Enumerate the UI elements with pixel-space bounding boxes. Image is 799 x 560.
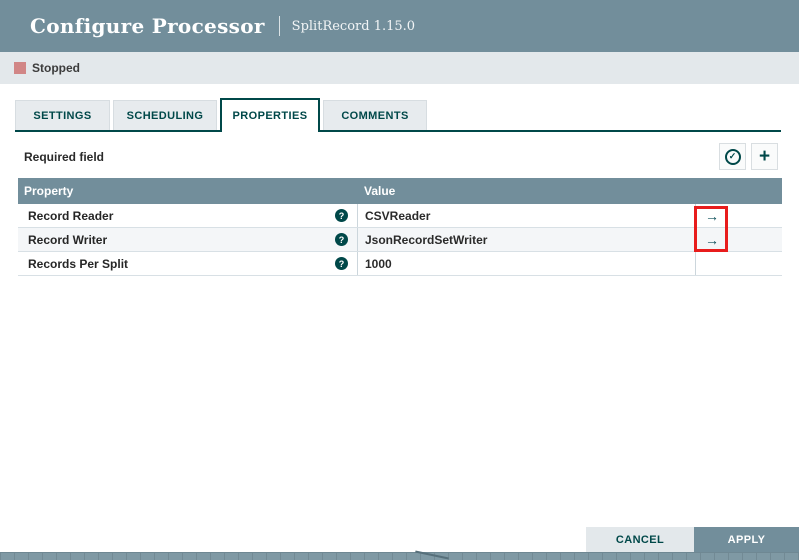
property-name: Record Reader <box>28 209 113 223</box>
table-row-records-per-split: Records Per Split ? 1000 <box>18 252 782 276</box>
property-value-cell[interactable]: JsonRecordSetWriter <box>357 228 695 251</box>
go-to-controller-service-icon[interactable]: → <box>705 209 719 223</box>
processor-name-version: SplitRecord 1.15.0 <box>292 19 415 34</box>
column-header-actions <box>695 178 782 204</box>
stopped-status-icon <box>14 62 26 74</box>
tab-properties[interactable]: PROPERTIES <box>220 98 320 132</box>
property-value: CSVReader <box>365 209 430 223</box>
configure-processor-dialog: Configure Processor SplitRecord 1.15.0 S… <box>0 0 799 560</box>
help-icon[interactable]: ? <box>335 233 348 246</box>
tab-comments[interactable]: COMMENTS <box>323 100 427 130</box>
verify-properties-button[interactable]: ✓ <box>719 143 746 170</box>
property-name: Record Writer <box>28 233 107 247</box>
go-to-controller-service-icon[interactable]: → <box>705 233 719 247</box>
table-header-row: Property Value <box>18 178 782 204</box>
dialog-title: Configure Processor <box>30 14 265 38</box>
status-bar: Stopped <box>0 52 799 84</box>
property-value-cell[interactable]: 1000 <box>357 252 695 275</box>
nifi-canvas-strip <box>0 552 799 560</box>
help-icon[interactable]: ? <box>335 209 348 222</box>
required-field-label: Required field <box>24 150 104 164</box>
properties-table: Property Value Record Reader ? CSVReader… <box>18 178 782 276</box>
table-row-record-writer: Record Writer ? JsonRecordSetWriter → <box>18 228 782 252</box>
property-name: Records Per Split <box>28 257 128 271</box>
status-label: Stopped <box>32 61 80 75</box>
title-divider <box>279 16 280 36</box>
apply-button[interactable]: APPLY <box>694 527 799 553</box>
property-value: 1000 <box>365 257 392 271</box>
cancel-button[interactable]: CANCEL <box>586 527 694 553</box>
column-header-property: Property <box>18 184 357 198</box>
plus-icon: + <box>759 147 770 166</box>
add-property-button[interactable]: + <box>751 143 778 170</box>
property-value: JsonRecordSetWriter <box>365 233 487 247</box>
property-value-cell[interactable]: CSVReader <box>357 204 695 227</box>
check-circle-icon: ✓ <box>725 149 741 165</box>
dialog-tabs: SETTINGS SCHEDULING PROPERTIES COMMENTS <box>15 100 781 132</box>
dialog-header: Configure Processor SplitRecord 1.15.0 <box>0 0 799 52</box>
tab-scheduling[interactable]: SCHEDULING <box>113 100 217 130</box>
table-row-record-reader: Record Reader ? CSVReader → <box>18 204 782 228</box>
tab-settings[interactable]: SETTINGS <box>15 100 110 130</box>
column-header-value: Value <box>357 178 695 204</box>
help-icon[interactable]: ? <box>335 257 348 270</box>
